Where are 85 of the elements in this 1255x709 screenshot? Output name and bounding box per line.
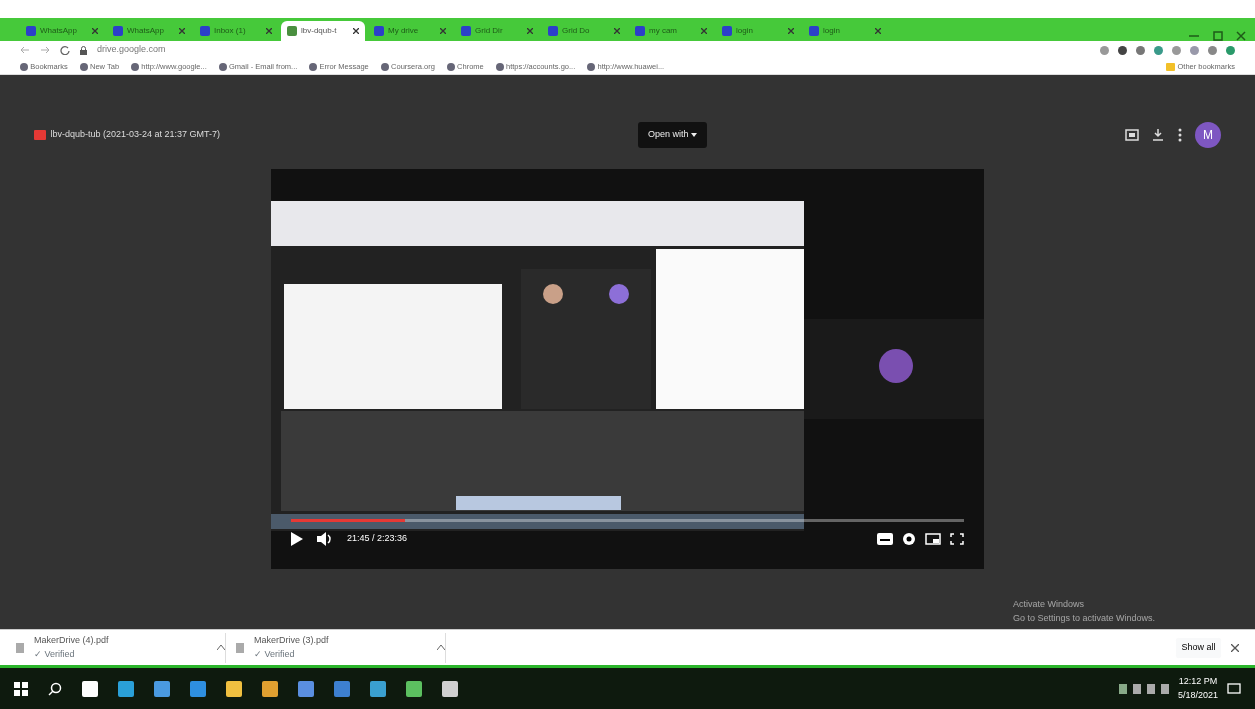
browser-tab[interactable]: WhatsApp — [20, 21, 104, 41]
clock-time: 12:12 PM — [1177, 675, 1218, 688]
video-time: 21:45 / 2:23:36 — [347, 532, 408, 546]
avatar[interactable]: M — [1195, 122, 1221, 148]
app-icon[interactable] — [406, 680, 422, 697]
browser-tab[interactable]: login — [716, 21, 800, 41]
browser-tab[interactable]: WhatsApp — [107, 21, 191, 41]
globe-icon — [131, 62, 140, 71]
globe-icon — [20, 62, 28, 71]
app-icon[interactable] — [226, 680, 242, 697]
globe-icon — [495, 62, 504, 71]
app-icon[interactable] — [82, 680, 98, 697]
close-icon[interactable] — [875, 28, 881, 34]
browser-tab[interactable]: login — [803, 21, 887, 41]
close-icon[interactable] — [440, 28, 446, 34]
close-icon[interactable] — [266, 28, 272, 34]
miniplayer-icon[interactable] — [925, 533, 941, 545]
close-icon[interactable] — [353, 28, 359, 34]
tab-favicon-icon — [548, 26, 558, 36]
close-icon[interactable] — [788, 28, 794, 34]
download-icon[interactable] — [1152, 129, 1164, 141]
file-icon — [236, 642, 244, 653]
fullscreen-icon[interactable] — [950, 533, 964, 545]
close-icon[interactable] — [1231, 643, 1239, 652]
tab-favicon-icon — [809, 26, 819, 36]
caret-icon[interactable] — [437, 645, 445, 650]
video-file-icon — [34, 130, 46, 140]
volume-icon[interactable] — [317, 532, 333, 546]
app-icon[interactable] — [118, 680, 134, 697]
browser-tab[interactable]: Grid Do — [542, 21, 626, 41]
tray-icon[interactable] — [1118, 683, 1169, 694]
app-icon[interactable] — [370, 680, 386, 697]
clock-date: 5/18/2021 — [1177, 688, 1218, 702]
app-icon[interactable] — [442, 680, 458, 697]
tab-favicon-icon — [26, 26, 36, 36]
tab-favicon-icon — [461, 26, 471, 36]
caret-icon — [690, 133, 697, 137]
globe-icon — [79, 62, 88, 71]
captions-icon[interactable] — [877, 533, 893, 545]
maximize-icon[interactable] — [1212, 31, 1223, 41]
globe-icon — [309, 62, 318, 71]
windows-start-icon[interactable] — [14, 681, 28, 696]
globe-icon — [380, 62, 389, 71]
play-icon[interactable] — [291, 532, 303, 546]
comment-icon[interactable] — [1124, 129, 1139, 141]
close-icon[interactable] — [92, 28, 98, 34]
close-icon[interactable] — [527, 28, 533, 34]
close-icon[interactable] — [614, 28, 620, 34]
globe-icon — [218, 62, 227, 71]
open-with-button[interactable]: Open with — [637, 122, 707, 148]
caret-icon[interactable] — [217, 645, 225, 650]
file-icon — [16, 642, 24, 653]
lock-icon — [80, 45, 87, 55]
address-field[interactable]: drive.google.com — [97, 43, 166, 57]
app-icon[interactable] — [262, 680, 278, 697]
download-name[interactable]: MakerDrive (4).pdf — [34, 634, 207, 648]
reload-icon[interactable] — [60, 45, 70, 55]
globe-icon — [587, 62, 596, 71]
download-status: ✓ Verified — [34, 647, 76, 661]
folder-icon — [1166, 62, 1176, 71]
search-icon[interactable] — [48, 681, 62, 696]
tab-favicon-icon — [200, 26, 210, 36]
more-icon[interactable] — [1177, 128, 1182, 142]
globe-icon — [446, 62, 455, 71]
settings-icon[interactable] — [902, 532, 916, 546]
file-title: lbv-dqub-tub (2021-03-24 at 21:37 GMT-7) — [50, 128, 221, 142]
show-all-button[interactable]: Show all — [1175, 637, 1221, 658]
close-icon[interactable] — [701, 28, 707, 34]
download-status: ✓ Verified — [254, 647, 296, 661]
app-icon[interactable] — [154, 680, 170, 697]
browser-tab[interactable]: my cam — [629, 21, 713, 41]
browser-tab[interactable]: Inbox (1) — [194, 21, 278, 41]
tab-favicon-icon — [635, 26, 645, 36]
tab-favicon-icon — [374, 26, 384, 36]
browser-tab[interactable]: lbv-dqub-t — [281, 21, 365, 41]
notice-title: Activate Windows — [1012, 598, 1085, 611]
notification-icon[interactable] — [1227, 682, 1241, 695]
tab-favicon-icon — [287, 26, 297, 36]
notice-text: Go to Settings to activate Windows. — [1012, 611, 1155, 625]
close-icon[interactable] — [179, 28, 185, 34]
download-name[interactable]: MakerDrive (3).pdf — [254, 634, 427, 648]
tab-favicon-icon — [722, 26, 732, 36]
tab-favicon-icon — [113, 26, 123, 36]
browser-tab[interactable]: My drive — [368, 21, 452, 41]
browser-tab[interactable]: Grid Dir — [455, 21, 539, 41]
